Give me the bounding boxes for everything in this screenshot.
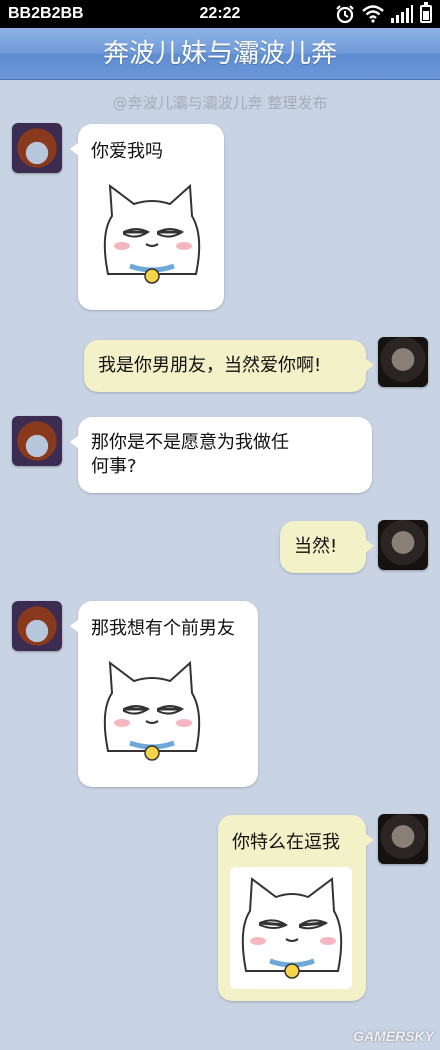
page-title: 奔波儿妹与灞波儿奔: [0, 28, 440, 80]
message-text: 我是你男朋友，当然爱你啊!: [98, 355, 322, 376]
wifi-icon: [362, 5, 384, 23]
battery-icon: [420, 2, 432, 23]
message-text: 当然!: [294, 536, 338, 557]
cat-icon: [103, 660, 201, 761]
message-bubble: 我是你男朋友，当然爱你啊!: [84, 340, 374, 392]
watermark: GAMERSKY: [353, 1028, 434, 1044]
cat-sticker[interactable]: [90, 174, 212, 296]
message-bubble: 那我想有个前男友: [70, 601, 258, 787]
cat-sticker[interactable]: [230, 867, 352, 989]
alarm-icon: [336, 5, 354, 24]
cat-icon: [241, 877, 343, 979]
avatar[interactable]: [12, 601, 62, 651]
avatar[interactable]: [378, 337, 428, 387]
avatar[interactable]: [378, 520, 428, 570]
signal-icon: [391, 5, 413, 23]
avatar[interactable]: [12, 416, 62, 466]
avatar[interactable]: [12, 123, 62, 173]
message-bubble: 那你是不是愿意为我做任何事?: [70, 417, 372, 493]
status-icons: [335, 2, 432, 24]
message-bubble: 你爱我吗: [70, 124, 224, 310]
message-bubble: 当然!: [280, 521, 374, 573]
status-bar: BB2B2BB 22:22: [0, 0, 440, 28]
credit-text: @奔波儿灞与灞波儿奔 整理发布: [112, 94, 328, 112]
message-text: 那你是不是愿意为我做任何事?: [91, 432, 289, 477]
message-text: 你爱我吗: [91, 141, 163, 162]
message-text: 你特么在逗我: [232, 832, 340, 853]
cat-sticker[interactable]: [90, 651, 212, 773]
cat-icon: [103, 183, 201, 284]
message-bubble: 你特么在逗我: [218, 815, 374, 1001]
avatar[interactable]: [378, 814, 428, 864]
message-text: 那我想有个前男友: [91, 618, 235, 639]
